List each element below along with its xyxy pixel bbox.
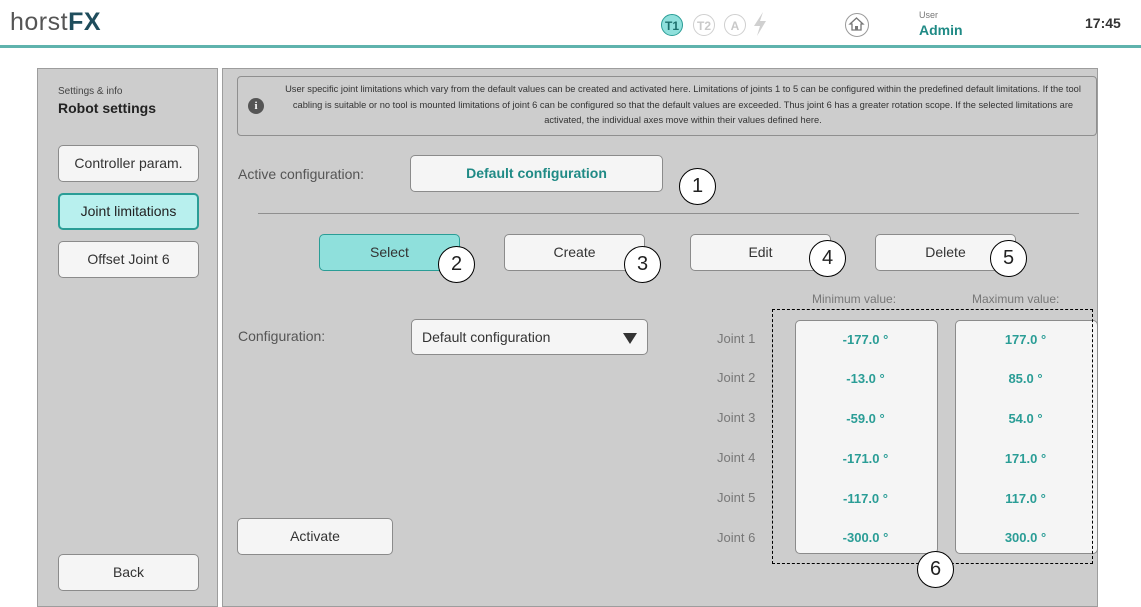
user-name[interactable]: Admin — [919, 22, 963, 38]
sidebar-caption: Settings & info — [58, 86, 123, 97]
sidebar: Settings & info Robot settings Controlle… — [37, 68, 218, 607]
activate-button[interactable]: Activate — [237, 518, 393, 555]
home-icon[interactable] — [845, 13, 869, 37]
active-config-label: Active configuration: — [238, 166, 365, 182]
callout-4: 4 — [809, 240, 846, 277]
info-icon: i — [248, 98, 264, 114]
main-panel: i User specific joint limitations which … — [222, 68, 1098, 607]
mode-t1-indicator[interactable]: T1 — [661, 14, 683, 36]
min-value-header: Minimum value: — [812, 292, 897, 306]
callout-2: 2 — [438, 246, 475, 283]
top-bar: horstFX T1 T2 A User Admin 17:45 — [0, 0, 1141, 46]
joint-label: Joint 1 — [717, 331, 756, 346]
callout-1: 1 — [679, 168, 716, 205]
joint-label: Joint 3 — [717, 410, 756, 425]
clock: 17:45 — [1085, 15, 1121, 31]
sidebar-title: Robot settings — [58, 100, 156, 116]
callout-3: 3 — [624, 246, 661, 283]
power-bolt-icon — [754, 12, 766, 36]
limits-highlight-frame — [772, 309, 1093, 564]
callout-6: 6 — [917, 551, 954, 588]
header-divider — [0, 45, 1141, 48]
joint-label: Joint 6 — [717, 530, 756, 545]
configuration-label: Configuration: — [238, 328, 326, 344]
sidebar-item-controller-param[interactable]: Controller param. — [58, 145, 199, 182]
max-value-header: Maximum value: — [972, 292, 1060, 306]
configuration-dropdown-value: Default configuration — [422, 329, 551, 345]
sidebar-item-joint-limitations[interactable]: Joint limitations — [58, 193, 199, 230]
app-logo: horstFX — [10, 8, 102, 36]
sidebar-item-offset-joint-6[interactable]: Offset Joint 6 — [58, 241, 199, 278]
joint-label: Joint 2 — [717, 370, 756, 385]
mode-t2-indicator[interactable]: T2 — [693, 14, 715, 36]
joint-label: Joint 5 — [717, 490, 756, 505]
info-box: i User specific joint limitations which … — [237, 76, 1097, 136]
active-config-value: Default configuration — [410, 155, 663, 192]
joint-label: Joint 4 — [717, 450, 756, 465]
mode-auto-indicator[interactable]: A — [724, 14, 746, 36]
configuration-dropdown[interactable]: Default configuration — [411, 319, 648, 355]
callout-5: 5 — [990, 240, 1027, 277]
back-button[interactable]: Back — [58, 554, 199, 591]
divider — [258, 213, 1079, 214]
chevron-down-icon — [623, 333, 637, 344]
user-caption: User — [919, 10, 939, 20]
info-text: User specific joint limitations which va… — [285, 84, 1081, 125]
